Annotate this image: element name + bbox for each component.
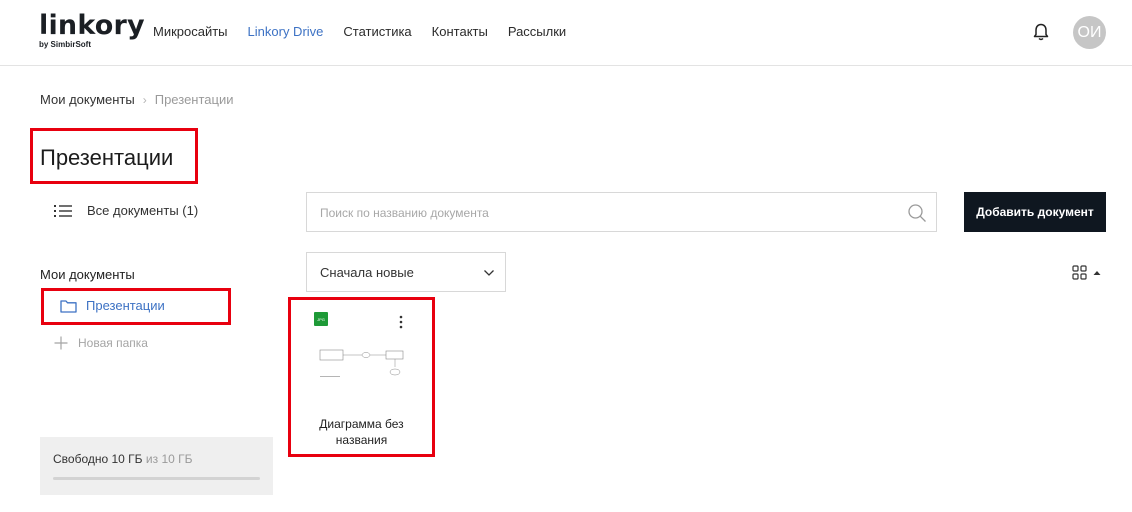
storage-panel: Свободно 10 ГБ из 10 ГБ xyxy=(40,437,273,495)
user-avatar[interactable]: ОИ xyxy=(1073,16,1106,49)
new-folder-label: Новая папка xyxy=(78,336,148,350)
storage-progress-bar xyxy=(53,477,260,480)
sort-selected-value: Сначала новые xyxy=(320,265,414,280)
new-folder-button[interactable]: Новая папка xyxy=(54,336,148,350)
my-documents-heading: Мои документы xyxy=(40,267,135,282)
storage-free: Свободно 10 ГБ xyxy=(53,452,143,466)
chevron-down-icon xyxy=(484,270,494,276)
storage-total: из 10 ГБ xyxy=(145,452,193,466)
search-icon[interactable] xyxy=(907,203,927,223)
nav-item-linkory-drive[interactable]: Linkory Drive xyxy=(248,24,324,40)
storage-text: Свободно 10 ГБ из 10 ГБ xyxy=(53,452,193,466)
annotation-box-folder xyxy=(41,288,231,325)
logo-wordmark: linkory xyxy=(39,10,145,41)
annotation-box-title xyxy=(30,128,198,184)
breadcrumb-root[interactable]: Мои документы xyxy=(40,92,135,107)
nav-item-mailings[interactable]: Рассылки xyxy=(508,24,566,40)
all-documents-link[interactable]: Все документы (1) xyxy=(54,203,198,218)
annotation-box-document xyxy=(288,297,435,457)
grid-view-icon xyxy=(1072,265,1087,280)
nav-item-statistics[interactable]: Статистика xyxy=(343,24,411,40)
app-header: linkory by SimbirSoft Микросайты Linkory… xyxy=(0,0,1132,66)
breadcrumb-current: Презентации xyxy=(154,92,234,107)
plus-icon xyxy=(54,336,68,350)
all-documents-label: Все документы (1) xyxy=(87,203,199,218)
view-mode-toggle[interactable] xyxy=(1072,265,1101,281)
search-box xyxy=(306,192,937,232)
caret-up-icon xyxy=(1093,271,1101,275)
add-document-button[interactable]: Добавить документ xyxy=(964,192,1106,232)
main-nav: Микросайты Linkory Drive Статистика Конт… xyxy=(153,24,586,40)
linkory-logo[interactable]: linkory by SimbirSoft xyxy=(39,10,145,50)
search-input[interactable] xyxy=(320,203,890,223)
breadcrumb: Мои документы › Презентации xyxy=(40,92,233,107)
nav-item-microsites[interactable]: Микросайты xyxy=(153,24,228,40)
nav-item-contacts[interactable]: Контакты xyxy=(432,24,488,40)
logo-byline: by SimbirSoft xyxy=(39,40,92,49)
list-icon xyxy=(54,204,72,217)
sort-select[interactable]: Сначала новые xyxy=(306,252,506,292)
breadcrumb-separator: › xyxy=(142,92,147,107)
bell-icon[interactable] xyxy=(1031,22,1051,42)
